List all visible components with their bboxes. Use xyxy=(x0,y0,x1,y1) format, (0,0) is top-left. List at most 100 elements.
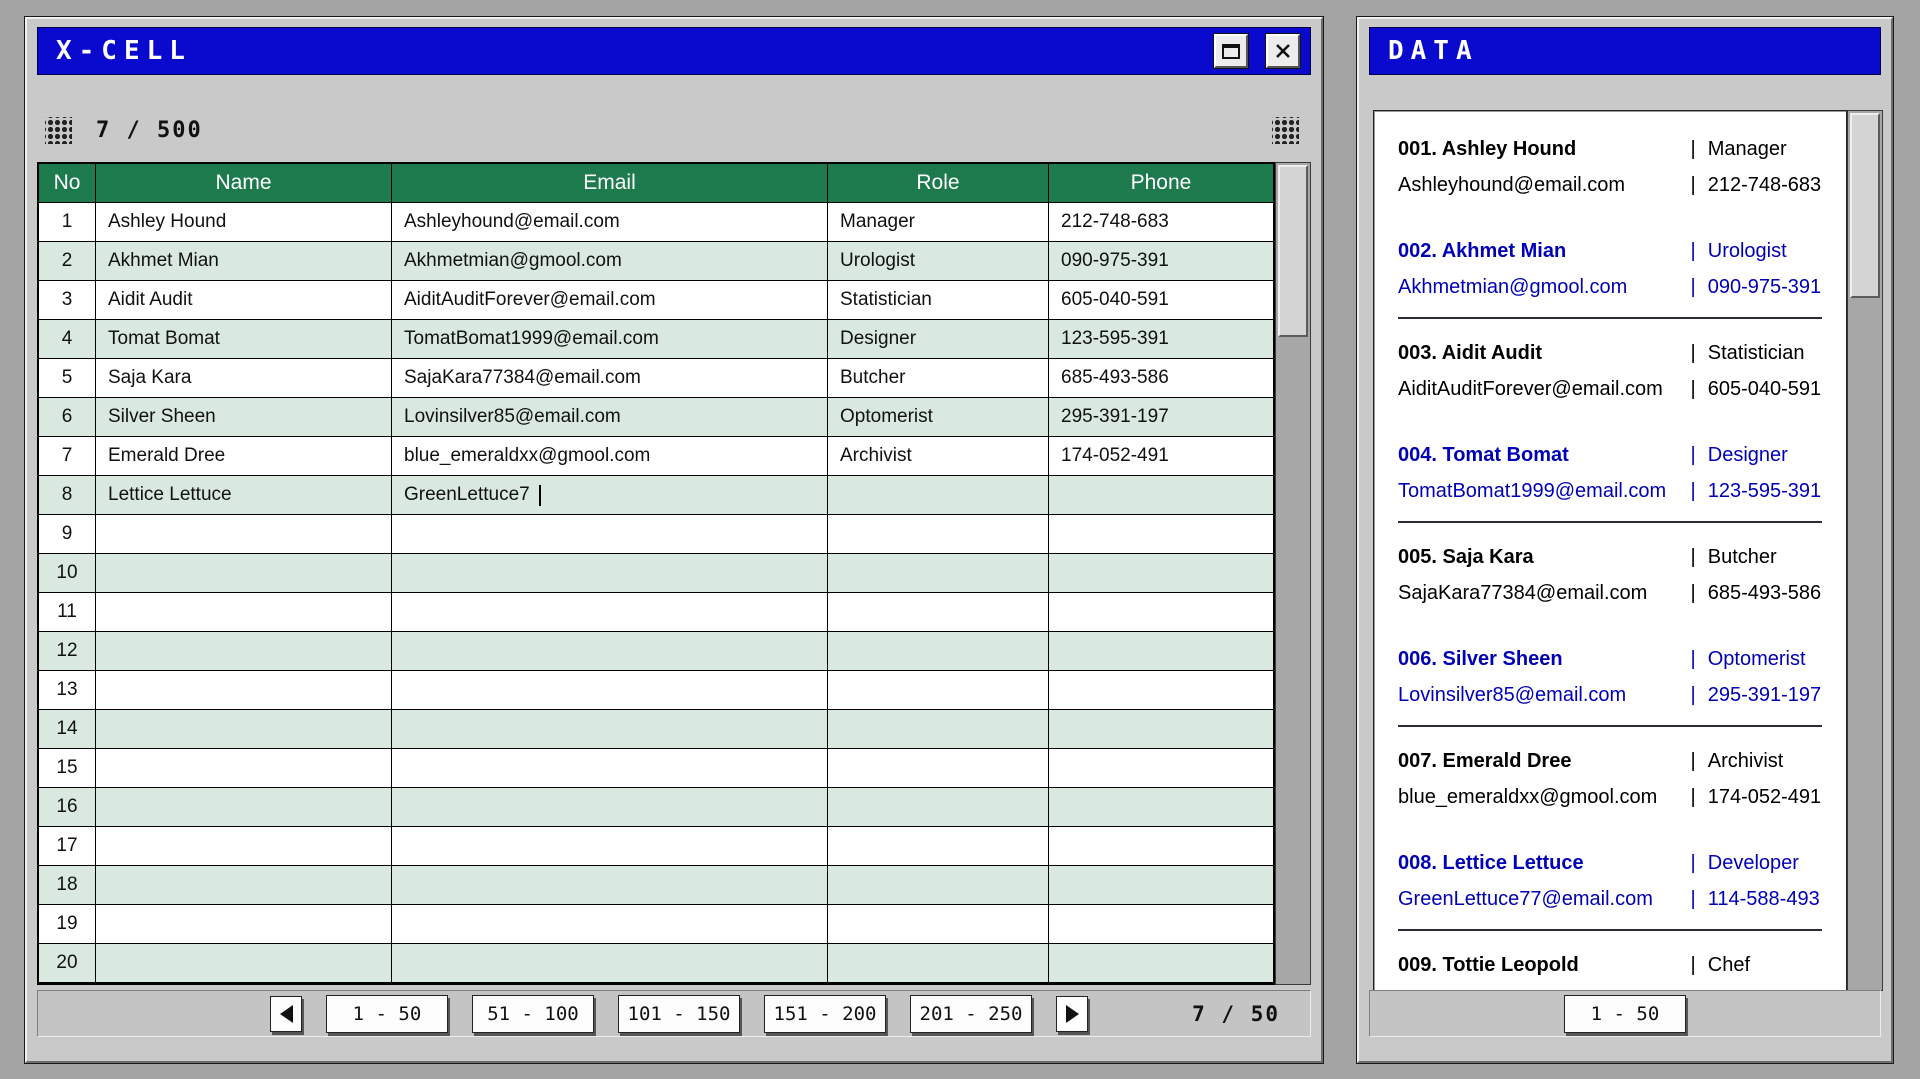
phone-cell[interactable]: 174-052-491 xyxy=(1049,437,1273,475)
record[interactable]: 009. Tottie Leopold | Chef TottieLeopold… xyxy=(1398,947,1822,991)
row-number-cell[interactable]: 5 xyxy=(39,359,96,397)
role-cell[interactable] xyxy=(828,554,1049,592)
data-scrollbar-thumb[interactable] xyxy=(1850,113,1880,298)
record[interactable]: 002. Akhmet Mian | Urologist Akhmetmian@… xyxy=(1398,233,1822,319)
grid-handle-icon-right[interactable] xyxy=(1272,117,1299,144)
email-cell[interactable]: SajaKara77384@email.com xyxy=(392,359,828,397)
name-cell[interactable] xyxy=(96,593,392,631)
phone-cell[interactable] xyxy=(1049,944,1273,982)
record[interactable]: 007. Emerald Dree | Archivist blue_emera… xyxy=(1398,743,1822,815)
email-cell[interactable] xyxy=(392,749,828,787)
row-number-cell[interactable]: 19 xyxy=(39,905,96,943)
next-page-button[interactable] xyxy=(1056,996,1088,1032)
name-cell[interactable] xyxy=(96,944,392,982)
row-number-cell[interactable]: 3 xyxy=(39,281,96,319)
row-number-cell[interactable]: 14 xyxy=(39,710,96,748)
email-cell[interactable] xyxy=(392,632,828,670)
role-cell[interactable] xyxy=(828,632,1049,670)
close-button[interactable] xyxy=(1266,34,1300,68)
email-cell[interactable] xyxy=(392,554,828,592)
name-cell[interactable] xyxy=(96,866,392,904)
name-cell[interactable] xyxy=(96,554,392,592)
phone-cell[interactable] xyxy=(1049,827,1273,865)
email-cell[interactable]: TomatBomat1999@email.com xyxy=(392,320,828,358)
role-cell[interactable]: Optomerist xyxy=(828,398,1049,436)
record[interactable]: 005. Saja Kara | Butcher SajaKara77384@e… xyxy=(1398,539,1822,611)
row-number-cell[interactable]: 20 xyxy=(39,944,96,982)
role-cell[interactable]: Manager xyxy=(828,203,1049,241)
email-cell[interactable]: Ashleyhound@email.com xyxy=(392,203,828,241)
phone-cell[interactable] xyxy=(1049,476,1273,514)
name-cell[interactable]: Ashley Hound xyxy=(96,203,392,241)
page-button-201-250[interactable]: 201 - 250 xyxy=(910,995,1032,1033)
phone-cell[interactable] xyxy=(1049,905,1273,943)
page-button-101-150[interactable]: 101 - 150 xyxy=(618,995,740,1033)
email-cell[interactable] xyxy=(392,593,828,631)
role-cell[interactable]: Butcher xyxy=(828,359,1049,397)
role-cell[interactable] xyxy=(828,515,1049,553)
email-cell[interactable]: Lovinsilver85@email.com xyxy=(392,398,828,436)
name-cell[interactable] xyxy=(96,788,392,826)
phone-cell[interactable] xyxy=(1049,554,1273,592)
phone-cell[interactable] xyxy=(1049,671,1273,709)
role-cell[interactable] xyxy=(828,593,1049,631)
data-scrollbar[interactable] xyxy=(1847,110,1883,991)
phone-cell[interactable] xyxy=(1049,788,1273,826)
record[interactable]: 008. Lettice Lettuce | Developer GreenLe… xyxy=(1398,845,1822,931)
table-scrollbar-thumb[interactable] xyxy=(1278,165,1308,337)
record[interactable]: 001. Ashley Hound | Manager Ashleyhound@… xyxy=(1398,131,1822,203)
phone-cell[interactable] xyxy=(1049,632,1273,670)
role-cell[interactable]: Designer xyxy=(828,320,1049,358)
role-cell[interactable] xyxy=(828,710,1049,748)
phone-cell[interactable]: 685-493-586 xyxy=(1049,359,1273,397)
row-number-cell[interactable]: 4 xyxy=(39,320,96,358)
phone-cell[interactable]: 212-748-683 xyxy=(1049,203,1273,241)
column-header-role[interactable]: Role xyxy=(828,164,1049,202)
email-cell[interactable] xyxy=(392,905,828,943)
data-titlebar[interactable]: DATA xyxy=(1369,27,1881,75)
grid-handle-icon-left[interactable] xyxy=(45,117,72,144)
name-cell[interactable] xyxy=(96,749,392,787)
phone-cell[interactable] xyxy=(1049,749,1273,787)
prev-page-button[interactable] xyxy=(270,996,302,1032)
name-cell[interactable]: Akhmet Mian xyxy=(96,242,392,280)
name-cell[interactable] xyxy=(96,632,392,670)
row-number-cell[interactable]: 2 xyxy=(39,242,96,280)
role-cell[interactable] xyxy=(828,788,1049,826)
record[interactable]: 003. Aidit Audit | Statistician AiditAud… xyxy=(1398,335,1822,407)
row-number-cell[interactable]: 7 xyxy=(39,437,96,475)
phone-cell[interactable]: 123-595-391 xyxy=(1049,320,1273,358)
column-header-email[interactable]: Email xyxy=(392,164,828,202)
data-page-button[interactable]: 1 - 50 xyxy=(1564,995,1686,1033)
row-number-cell[interactable]: 11 xyxy=(39,593,96,631)
row-number-cell[interactable]: 17 xyxy=(39,827,96,865)
xcell-titlebar[interactable]: X-CELL xyxy=(37,27,1311,75)
email-cell[interactable]: Akhmetmian@gmool.com xyxy=(392,242,828,280)
email-cell[interactable] xyxy=(392,515,828,553)
name-cell[interactable]: Tomat Bomat xyxy=(96,320,392,358)
phone-cell[interactable]: 295-391-197 xyxy=(1049,398,1273,436)
name-cell[interactable]: Aidit Audit xyxy=(96,281,392,319)
name-cell[interactable]: Silver Sheen xyxy=(96,398,392,436)
row-number-cell[interactable]: 18 xyxy=(39,866,96,904)
email-cell[interactable] xyxy=(392,671,828,709)
role-cell[interactable] xyxy=(828,476,1049,514)
phone-cell[interactable] xyxy=(1049,515,1273,553)
phone-cell[interactable]: 605-040-591 xyxy=(1049,281,1273,319)
table-scrollbar[interactable] xyxy=(1275,162,1311,985)
name-cell[interactable]: Emerald Dree xyxy=(96,437,392,475)
column-header-phone[interactable]: Phone xyxy=(1049,164,1273,202)
email-cell[interactable] xyxy=(392,944,828,982)
maximize-button[interactable] xyxy=(1214,34,1248,68)
email-cell[interactable]: blue_emeraldxx@gmool.com xyxy=(392,437,828,475)
phone-cell[interactable] xyxy=(1049,866,1273,904)
name-cell[interactable] xyxy=(96,515,392,553)
row-number-cell[interactable]: 16 xyxy=(39,788,96,826)
row-number-cell[interactable]: 15 xyxy=(39,749,96,787)
record[interactable]: 004. Tomat Bomat | Designer TomatBomat19… xyxy=(1398,437,1822,523)
page-button-1-50[interactable]: 1 - 50 xyxy=(326,995,448,1033)
role-cell[interactable]: Statistician xyxy=(828,281,1049,319)
role-cell[interactable] xyxy=(828,944,1049,982)
column-header-no[interactable]: No xyxy=(39,164,96,202)
phone-cell[interactable] xyxy=(1049,593,1273,631)
